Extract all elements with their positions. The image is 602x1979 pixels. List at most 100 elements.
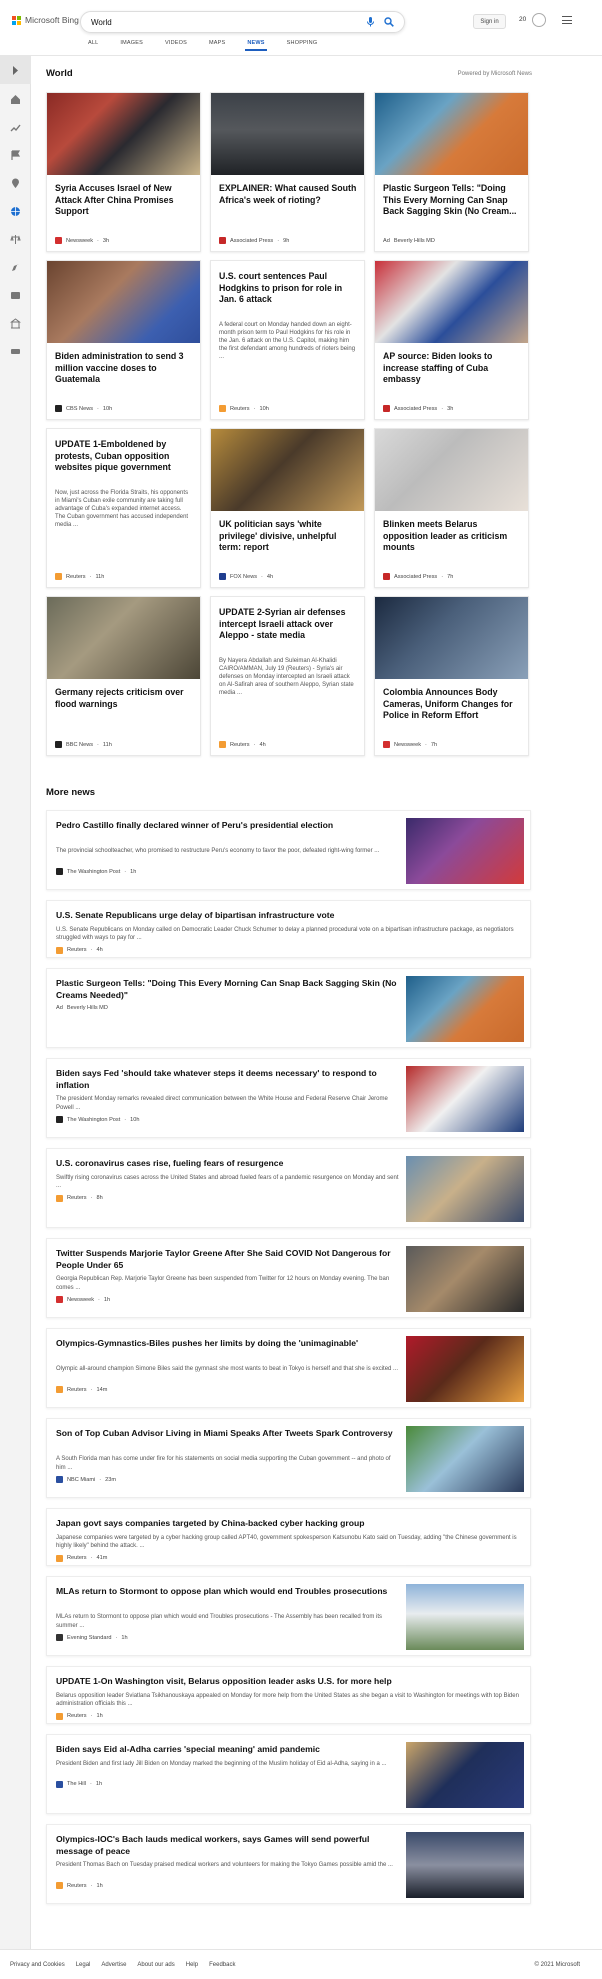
news-card[interactable]: Blinken meets Belarus opposition leader … (374, 428, 529, 588)
scope-tab-news[interactable]: NEWS (245, 40, 268, 51)
news-card-source[interactable]: Newsweek · 3h (55, 237, 109, 244)
more-news-title[interactable]: Son of Top Cuban Advisor Living in Miami… (56, 1428, 401, 1440)
news-card-title[interactable]: Biden administration to send 3 million v… (55, 351, 193, 386)
news-card[interactable]: EXPLAINER: What caused South Africa's we… (210, 92, 365, 252)
entertainment-icon[interactable] (10, 290, 21, 301)
more-news-source[interactable]: Reuters · 14m (56, 1386, 107, 1393)
business-icon[interactable] (10, 318, 21, 329)
rewards-medal-icon[interactable] (532, 13, 546, 27)
news-card-source[interactable]: Associated Press · 3h (383, 405, 453, 412)
more-news-source[interactable]: Reuters · 41m (56, 1554, 107, 1562)
more-news-item[interactable]: Olympics-Gymnastics-Biles pushes her lim… (46, 1328, 531, 1408)
sports-icon[interactable] (10, 346, 21, 357)
news-card-image[interactable] (47, 261, 200, 343)
rocket-icon[interactable] (10, 262, 21, 273)
news-card-title[interactable]: EXPLAINER: What caused South Africa's we… (219, 183, 357, 206)
news-card-image[interactable] (211, 429, 364, 511)
more-news-thumbnail[interactable] (406, 976, 524, 1042)
more-news-title[interactable]: Plastic Surgeon Tells: "Doing This Every… (56, 978, 401, 1001)
scales-icon[interactable] (10, 234, 21, 245)
news-card-title[interactable]: Germany rejects criticism over flood war… (55, 687, 193, 710)
more-news-title[interactable]: Olympics-IOC's Bach lauds medical worker… (56, 1834, 401, 1857)
more-news-source[interactable]: Reuters · 4h (56, 946, 103, 954)
more-news-thumbnail[interactable] (406, 1742, 524, 1808)
news-card[interactable]: AP source: Biden looks to increase staff… (374, 260, 529, 420)
more-news-item[interactable]: Pedro Castillo finally declared winner o… (46, 810, 531, 890)
news-card-image[interactable] (211, 93, 364, 175)
news-card-image[interactable] (47, 597, 200, 679)
news-card[interactable]: Plastic Surgeon Tells: "Doing This Every… (374, 92, 529, 252)
more-news-source[interactable]: Reuters · 1h (56, 1882, 103, 1889)
world-globe-icon[interactable] (10, 206, 21, 217)
news-card[interactable]: UPDATE 2-Syrian air defenses intercept I… (210, 596, 365, 756)
more-news-thumbnail[interactable] (406, 1426, 524, 1492)
more-news-source[interactable]: Evening Standard · 1h (56, 1634, 128, 1641)
news-card[interactable]: UPDATE 1-Emboldened by protests, Cuban o… (46, 428, 201, 588)
search-input[interactable]: World (91, 18, 366, 27)
more-news-title[interactable]: U.S. coronavirus cases rise, fueling fea… (56, 1158, 401, 1170)
more-news-title[interactable]: Twitter Suspends Marjorie Taylor Greene … (56, 1248, 401, 1271)
news-card-source[interactable]: BBC News · 11h (55, 741, 112, 748)
more-news-item[interactable]: Japan govt says companies targeted by Ch… (46, 1508, 531, 1566)
more-news-item[interactable]: Olympics-IOC's Bach lauds medical worker… (46, 1824, 531, 1904)
news-card-source[interactable]: FOX News · 4h (219, 573, 273, 580)
us-flag-icon[interactable] (10, 150, 21, 161)
more-news-title[interactable]: Pedro Castillo finally declared winner o… (56, 820, 401, 832)
footer-link[interactable]: Privacy and Cookies (10, 1962, 65, 1968)
rewards-points[interactable]: 20 (519, 16, 526, 23)
news-card[interactable]: Biden administration to send 3 million v… (46, 260, 201, 420)
news-card-title[interactable]: Blinken meets Belarus opposition leader … (383, 519, 521, 554)
more-news-item[interactable]: MLAs return to Stormont to oppose plan w… (46, 1576, 531, 1656)
news-card-title[interactable]: AP source: Biden looks to increase staff… (383, 351, 521, 386)
footer-link[interactable]: About our ads (137, 1962, 174, 1968)
more-news-thumbnail[interactable] (406, 1584, 524, 1650)
news-card-title[interactable]: UPDATE 2-Syrian air defenses intercept I… (219, 607, 357, 642)
more-news-thumbnail[interactable] (406, 1066, 524, 1132)
footer-link[interactable]: Advertise (101, 1962, 126, 1968)
scope-tab-shopping[interactable]: SHOPPING (287, 40, 318, 51)
search-icon[interactable] (384, 17, 394, 27)
more-news-item[interactable]: Son of Top Cuban Advisor Living in Miami… (46, 1418, 531, 1498)
news-card-source[interactable]: CBS News · 10h (55, 405, 112, 412)
more-news-source[interactable]: NBC Miami · 23m (56, 1476, 116, 1483)
more-news-source[interactable]: Reuters · 1h (56, 1712, 103, 1720)
more-news-item[interactable]: U.S. Senate Republicans urge delay of bi… (46, 900, 531, 958)
more-news-title[interactable]: Biden says Fed 'should take whatever ste… (56, 1068, 401, 1091)
news-card-source[interactable]: Associated Press · 7h (383, 573, 453, 580)
news-card-image[interactable] (375, 597, 528, 679)
more-news-item[interactable]: U.S. coronavirus cases rise, fueling fea… (46, 1148, 531, 1228)
news-card[interactable]: Syria Accuses Israel of New Attack After… (46, 92, 201, 252)
news-card-title[interactable]: U.S. court sentences Paul Hodgkins to pr… (219, 271, 357, 306)
more-news-thumbnail[interactable] (406, 1156, 524, 1222)
news-card-image[interactable] (47, 93, 200, 175)
bing-logo[interactable]: Microsoft Bing (12, 15, 79, 25)
more-news-item[interactable]: Twitter Suspends Marjorie Taylor Greene … (46, 1238, 531, 1318)
news-card-image[interactable] (375, 93, 528, 175)
news-card-title[interactable]: Plastic Surgeon Tells: "Doing This Every… (383, 183, 521, 218)
news-card-source[interactable]: Newsweek · 7h (383, 741, 437, 748)
footer-link[interactable]: Legal (76, 1962, 91, 1968)
expand-arrow-icon[interactable] (10, 65, 21, 76)
news-card-title[interactable]: UK politician says 'white privilege' div… (219, 519, 357, 554)
news-card-title[interactable]: Syria Accuses Israel of New Attack After… (55, 183, 193, 218)
microphone-icon[interactable] (366, 17, 375, 27)
news-card-source[interactable]: Reuters · 4h (219, 741, 266, 748)
news-card-title[interactable]: UPDATE 1-Emboldened by protests, Cuban o… (55, 439, 193, 474)
more-news-title[interactable]: U.S. Senate Republicans urge delay of bi… (56, 910, 521, 922)
more-news-title[interactable]: Biden says Eid al-Adha carries 'special … (56, 1744, 401, 1756)
more-news-source[interactable]: Ad Beverly Hills MD (56, 1005, 108, 1011)
search-box[interactable]: World (80, 11, 405, 33)
more-news-item[interactable]: Biden says Eid al-Adha carries 'special … (46, 1734, 531, 1814)
more-news-source[interactable]: Reuters · 8h (56, 1194, 103, 1202)
more-news-thumbnail[interactable] (406, 1832, 524, 1898)
news-card-image[interactable] (375, 429, 528, 511)
more-news-source[interactable]: Newsweek · 1h (56, 1296, 110, 1303)
home-icon[interactable] (10, 94, 21, 105)
more-news-title[interactable]: UPDATE 1-On Washington visit, Belarus op… (56, 1676, 521, 1688)
more-news-thumbnail[interactable] (406, 1336, 524, 1402)
news-card[interactable]: U.S. court sentences Paul Hodgkins to pr… (210, 260, 365, 420)
news-card[interactable]: UK politician says 'white privilege' div… (210, 428, 365, 588)
scope-tab-videos[interactable]: VIDEOS (165, 40, 187, 51)
scope-tab-maps[interactable]: MAPS (209, 40, 225, 51)
news-card[interactable]: Germany rejects criticism over flood war… (46, 596, 201, 756)
